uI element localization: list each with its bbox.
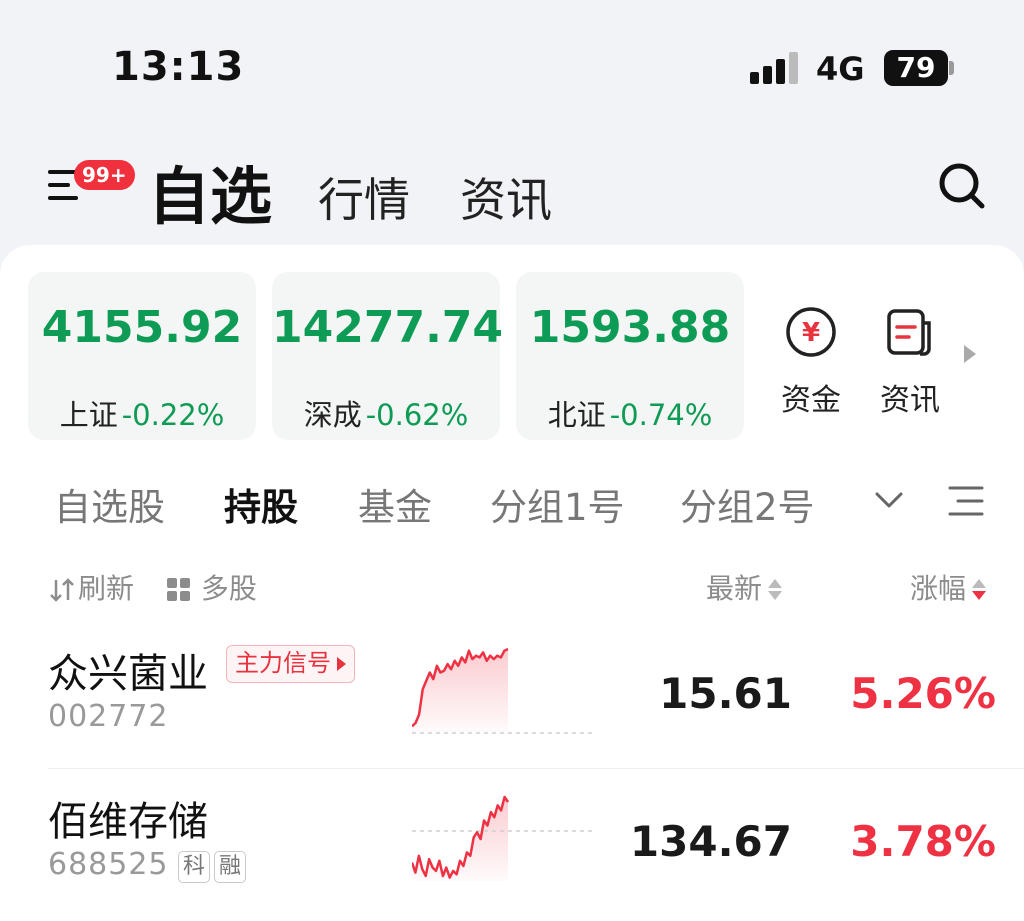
index-value: 14277.74 <box>272 302 504 353</box>
index-label: 上证 -0.22% <box>28 392 256 434</box>
change-percent: 3.78% <box>850 817 996 866</box>
sort-arrows-icon <box>768 578 783 602</box>
main-signal-tag[interactable]: 主力信号 <box>226 645 355 683</box>
tab-market[interactable]: 行情 <box>318 164 410 230</box>
index-value: 1593.88 <box>529 302 731 353</box>
chevron-down-icon[interactable] <box>874 491 904 509</box>
message-badge[interactable]: 99+ <box>74 160 135 190</box>
status-bar: 13:13 4G 79 <box>0 0 1024 120</box>
more-arrow-icon[interactable] <box>964 345 976 363</box>
multi-label: 多股 <box>200 572 257 605</box>
margin-badge: 融 <box>214 851 246 883</box>
stock-code: 688525 <box>48 847 169 882</box>
status-time: 13:13 <box>112 44 245 90</box>
play-icon <box>337 657 346 671</box>
index-change: -0.62% <box>365 398 469 432</box>
group-tab-group1[interactable]: 分组1号 <box>490 477 625 531</box>
stock-name: 佰维存储 <box>48 799 208 845</box>
index-label: 北证 -0.74% <box>516 392 744 434</box>
group-tab-holdings[interactable]: 持股 <box>224 477 298 531</box>
battery-icon: 79 <box>884 50 948 86</box>
watchlist-card: 4155.92 上证 -0.22% 14277.74 深成 -0.62% 1593.… <box>0 245 1024 921</box>
group-tab-watchlist[interactable]: 自选股 <box>54 477 165 531</box>
index-card-shenzhen[interactable]: 14277.74 深成 -0.62% <box>272 272 504 440</box>
news-doc-icon <box>887 309 931 356</box>
multi-stock-control[interactable]: 多股 <box>166 567 257 607</box>
stock-name: 众兴菌业 <box>48 651 208 697</box>
yuan-circle-icon: ¥ <box>786 307 836 357</box>
index-card-beijing[interactable]: 1593.88 北证 -0.74% <box>516 272 744 440</box>
svg-text:¥: ¥ <box>802 318 820 348</box>
change-label: 涨幅 <box>910 572 967 605</box>
index-name: 深成 <box>303 398 362 432</box>
stock-row[interactable]: 佰维存储 688525 科 融 134.67 3.78% <box>48 771 1024 917</box>
index-label: 深成 -0.62% <box>272 392 500 434</box>
index-card-shanghai[interactable]: 4155.92 上证 -0.22% <box>28 272 256 440</box>
sort-arrows-icon <box>972 578 987 602</box>
refresh-label: 刷新 <box>78 572 135 605</box>
search-icon[interactable] <box>936 160 988 212</box>
stock-code: 002772 <box>48 699 169 734</box>
index-change: -0.22% <box>121 398 225 432</box>
change-percent: 5.26% <box>850 669 996 718</box>
refresh-control[interactable]: 刷新 <box>48 567 134 607</box>
group-tab-funds[interactable]: 基金 <box>358 477 432 531</box>
index-name: 北证 <box>547 398 606 432</box>
tab-watchlist[interactable]: 自选 <box>148 146 272 236</box>
sort-refresh-icon <box>50 578 74 602</box>
sort-change[interactable]: 涨幅 <box>910 567 987 607</box>
index-value: 4155.92 <box>41 302 243 353</box>
sparkline-chart <box>412 795 596 881</box>
stock-row[interactable]: 众兴菌业 主力信号 002772 15.61 5.26% <box>48 623 1024 769</box>
index-change: -0.74% <box>609 398 713 432</box>
signal-tag-label: 主力信号 <box>235 649 331 677</box>
latest-price: 15.61 <box>659 669 792 718</box>
cellular-signal-icon <box>750 52 802 84</box>
tab-news[interactable]: 资讯 <box>460 164 552 230</box>
quick-link-label: 资金 <box>781 383 841 418</box>
star-market-badge: 科 <box>178 851 210 883</box>
battery-tip <box>949 61 954 75</box>
group-tab-group2[interactable]: 分组2号 <box>680 477 815 531</box>
index-name: 上证 <box>59 398 118 432</box>
network-type: 4G <box>816 50 865 88</box>
quick-link-news[interactable]: 资讯 <box>870 305 950 419</box>
list-settings-icon[interactable] <box>948 485 984 517</box>
latest-price: 134.67 <box>629 817 792 866</box>
quick-link-funds[interactable]: ¥ 资金 <box>771 305 851 419</box>
latest-label: 最新 <box>706 572 763 605</box>
quick-link-label: 资讯 <box>880 383 940 418</box>
grid-icon <box>167 578 190 601</box>
sort-latest[interactable]: 最新 <box>706 567 783 607</box>
top-header: 99+ 自选 行情 资讯 <box>0 130 1024 240</box>
sparkline-chart <box>412 647 596 734</box>
